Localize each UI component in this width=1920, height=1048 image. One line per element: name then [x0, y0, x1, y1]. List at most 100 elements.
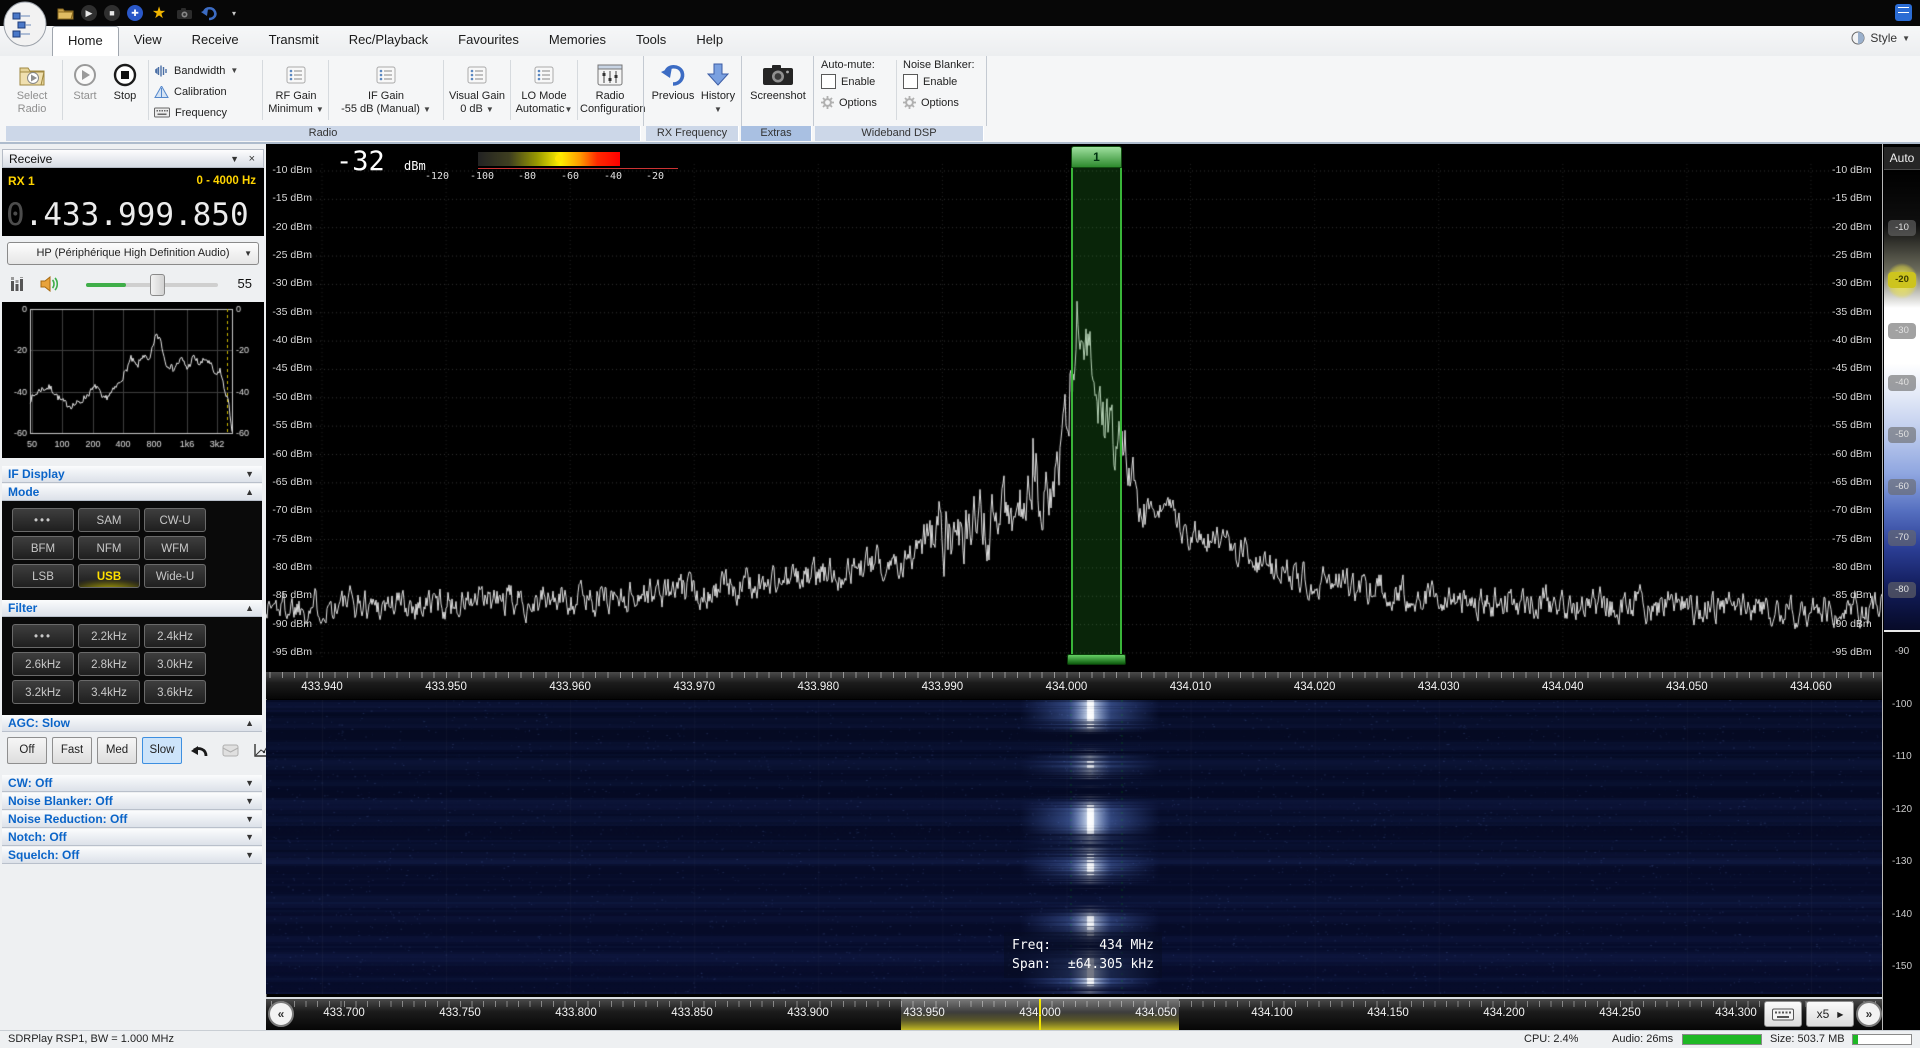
tab-favourites[interactable]: Favourites — [443, 26, 534, 56]
tab-rec-playback[interactable]: Rec/Playback — [334, 26, 443, 56]
range-chip[interactable]: -50 — [1888, 426, 1916, 443]
mode-wideu[interactable]: Wide-U — [144, 564, 206, 588]
chevron-down-icon[interactable]: ▼ — [245, 793, 254, 810]
section-if-display[interactable]: IF Display ▼ — [2, 466, 262, 483]
filter-3.6khz[interactable]: 3.6kHz — [144, 680, 206, 704]
chevron-up-icon[interactable]: ▲ — [245, 715, 254, 732]
undo-icon[interactable] — [200, 4, 218, 22]
undo-arrow-icon[interactable] — [190, 743, 208, 758]
range-chip[interactable]: -20 — [1888, 271, 1916, 288]
range-slider-track[interactable] — [1884, 170, 1920, 632]
previous-frequency-button[interactable]: Previous — [649, 58, 697, 124]
tab-receive[interactable]: Receive — [177, 26, 254, 56]
audio-device-select[interactable]: HP (Périphérique High Definition Audio) … — [7, 242, 259, 265]
rx-channel-marker[interactable]: 1 — [1071, 146, 1122, 168]
noise-blanker-enable-checkbox[interactable] — [903, 74, 918, 89]
range-chip[interactable]: -10 — [1888, 220, 1916, 236]
mode-lsb[interactable]: LSB — [12, 564, 74, 588]
rx-channel-band[interactable] — [1071, 168, 1122, 655]
auto-mute-options[interactable]: Options — [821, 92, 891, 113]
range-chip[interactable]: -40 — [1888, 375, 1916, 392]
section-squelch[interactable]: Squelch: Off ▼ — [2, 847, 262, 864]
scroll-right-button[interactable]: » — [1856, 1001, 1882, 1027]
start-button[interactable]: Start — [66, 58, 104, 124]
agc-med[interactable]: Med — [97, 736, 137, 764]
filter-[interactable]: ••• — [12, 624, 74, 648]
open-folder-icon[interactable] — [56, 4, 74, 22]
tab-home[interactable]: Home — [52, 26, 119, 57]
style-button[interactable]: Style — [1870, 31, 1897, 45]
section-noise-reduction[interactable]: Noise Reduction: Off ▼ — [2, 811, 262, 828]
volume-slider-handle[interactable] — [150, 274, 165, 296]
camera-icon[interactable] — [175, 4, 193, 22]
chevron-down-icon[interactable]: ▼ — [245, 811, 254, 828]
filter-3.0khz[interactable]: 3.0kHz — [144, 652, 206, 676]
chevron-down-icon[interactable]: ▼ — [245, 847, 254, 864]
section-filter[interactable]: Filter ▲ — [2, 600, 262, 617]
tab-memories[interactable]: Memories — [534, 26, 621, 56]
zoom-factor-button[interactable]: x5 ▶ — [1806, 1001, 1854, 1027]
panel-pin-icon[interactable]: ▼ — [230, 150, 239, 169]
section-cw[interactable]: CW: Off ▼ — [2, 775, 262, 792]
section-noise-blanker[interactable]: Noise Blanker: Off ▼ — [2, 793, 262, 810]
range-chip[interactable]: -70 — [1888, 530, 1916, 547]
filter-2.4khz[interactable]: 2.4kHz — [144, 624, 206, 648]
rx-channel-foot-marker[interactable] — [1067, 654, 1126, 665]
mode-sam[interactable]: SAM — [78, 508, 140, 532]
lo-mode-dropdown[interactable]: LO Mode Automatic▼ — [514, 58, 574, 124]
receive-panel-header[interactable]: Receive ▼ × — [2, 149, 264, 168]
section-mode[interactable]: Mode ▲ — [2, 484, 262, 501]
chevron-up-icon[interactable]: ▲ — [245, 600, 254, 617]
range-chip[interactable]: -80 — [1888, 581, 1916, 598]
stop-button[interactable]: Stop — [106, 58, 144, 124]
filter-2.2khz[interactable]: 2.2kHz — [78, 624, 140, 648]
play-icon[interactable]: ▶ — [81, 5, 97, 21]
screenshot-button[interactable]: Screenshot — [746, 58, 810, 124]
chevron-up-icon[interactable]: ▲ — [245, 484, 254, 501]
noise-blanker-options[interactable]: Options — [903, 92, 983, 113]
visual-gain-dropdown[interactable]: Visual Gain 0 dB ▼ — [447, 58, 507, 124]
spectrum-frequency-ruler[interactable]: 433.940 433.950 433.960 433.970 433.980 433.9… — [266, 672, 1882, 699]
app-menu-orb[interactable] — [3, 1, 47, 47]
panel-close-icon[interactable]: × — [249, 150, 255, 169]
equalizer-icon[interactable] — [10, 277, 26, 291]
scroll-left-button[interactable]: « — [268, 1001, 294, 1027]
auto-range-button[interactable]: Auto — [1884, 147, 1920, 170]
waterfall-display[interactable]: Freq: 434 MHz Span: ±64.305 kHz — [266, 700, 1882, 994]
auto-mute-enable-checkbox[interactable] — [821, 74, 836, 89]
filter-2.8khz[interactable]: 2.8kHz — [78, 652, 140, 676]
stop-icon[interactable]: ■ — [104, 5, 120, 21]
agc-fast[interactable]: Fast — [52, 736, 92, 764]
tab-help[interactable]: Help — [681, 26, 738, 56]
mode-bfm[interactable]: BFM — [12, 536, 74, 560]
band-navigation-scale[interactable]: 433.700 433.750 433.800 433.850 433.900 433.9… — [266, 997, 1882, 1030]
auto-mute-enable[interactable]: Enable — [821, 71, 891, 92]
visual-range-slider[interactable]: Auto -10 -20 -30 -40 -50 -60 -70 -80 -90 -100 -11… — [1882, 144, 1920, 1030]
filter-2.6khz[interactable]: 2.6kHz — [12, 652, 74, 676]
section-notch[interactable]: Notch: Off ▼ — [2, 829, 262, 846]
agc-slow[interactable]: Slow — [142, 736, 182, 764]
select-radio-button[interactable]: Select Radio — [6, 58, 58, 124]
titlebar-right-icon[interactable] — [1895, 4, 1912, 21]
history-dropdown[interactable]: History ▼ — [697, 58, 739, 124]
bandwidth-button[interactable]: Bandwidth ▼ — [154, 60, 258, 81]
section-agc[interactable]: AGC: Slow ▲ — [2, 715, 262, 732]
keyboard-entry-button[interactable] — [1764, 1001, 1802, 1027]
mode-usb[interactable]: USB — [78, 564, 140, 588]
radio-configuration-button[interactable]: Radio Configuration — [580, 58, 645, 124]
speaker-icon[interactable] — [40, 276, 60, 292]
if-gain-dropdown[interactable]: IF Gain -55 dB (Manual) ▼ — [332, 58, 440, 124]
chevron-down-icon[interactable]: ▼ — [245, 829, 254, 846]
favourites-star-icon[interactable]: ★ — [150, 4, 168, 22]
mode-[interactable]: ••• — [12, 508, 74, 532]
filter-3.2khz[interactable]: 3.2kHz — [12, 680, 74, 704]
tab-tools[interactable]: Tools — [621, 26, 681, 56]
qat-dropdown-icon[interactable]: ▾ — [225, 4, 243, 22]
mode-nfm[interactable]: NFM — [78, 536, 140, 560]
agc-off[interactable]: Off — [7, 736, 47, 764]
calibration-button[interactable]: Calibration — [154, 81, 258, 102]
chevron-down-icon[interactable]: ▼ — [245, 466, 254, 483]
add-icon[interactable]: ✚ — [127, 5, 143, 21]
frequency-display[interactable]: 0.433.999.850 — [2, 194, 264, 236]
mode-cwu[interactable]: CW-U — [144, 508, 206, 532]
